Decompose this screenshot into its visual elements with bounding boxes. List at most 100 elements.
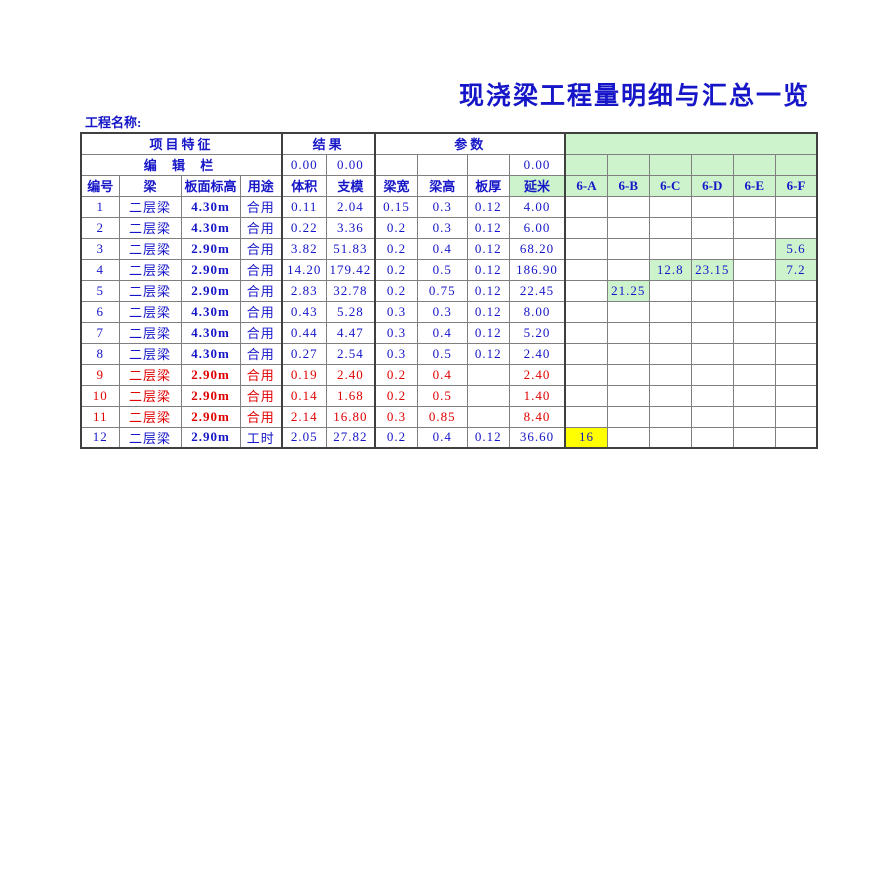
cell-elevation[interactable]: 4.30m	[180, 195, 241, 218]
cell-beam-height[interactable]: 0.75	[416, 279, 468, 302]
cell-slab-thickness[interactable]: 0.12	[466, 216, 510, 239]
cell-grid-d[interactable]	[690, 300, 734, 323]
cell-beam-width[interactable]: 0.3	[374, 300, 418, 323]
cell-beam-width[interactable]: 0.2	[374, 363, 418, 386]
cell-grid-f[interactable]	[774, 363, 819, 386]
cell-grid-b[interactable]: 21.25	[606, 279, 650, 302]
cell-elevation[interactable]: 2.90m	[180, 405, 241, 428]
cell-grid-b[interactable]	[606, 237, 650, 260]
cell-grid-c[interactable]	[648, 216, 692, 239]
cell-beam-width[interactable]: 0.2	[374, 237, 418, 260]
cell-grid-d[interactable]	[690, 195, 734, 218]
cell-grid-b[interactable]	[606, 195, 650, 218]
edit-row-slab-thickness[interactable]	[466, 153, 510, 176]
cell-volume[interactable]: 2.83	[281, 279, 327, 302]
cell-usage[interactable]: 合用	[239, 258, 283, 281]
cell-slab-thickness[interactable]: 0.12	[466, 279, 510, 302]
cell-grid-e[interactable]	[732, 195, 776, 218]
cell-beam[interactable]: 二层梁	[118, 216, 182, 239]
cell-grid-d[interactable]	[690, 321, 734, 344]
cell-beam-height[interactable]: 0.4	[416, 363, 468, 386]
cell-grid-f[interactable]	[774, 279, 819, 302]
cell-grid-d[interactable]: 23.15	[690, 258, 734, 281]
cell-elevation[interactable]: 2.90m	[180, 258, 241, 281]
cell-grid-b[interactable]	[606, 342, 650, 365]
cell-length[interactable]: 36.60	[508, 426, 566, 449]
cell-beam-height[interactable]: 0.3	[416, 195, 468, 218]
cell-grid-b[interactable]	[606, 258, 650, 281]
cell-slab-thickness[interactable]: 0.12	[466, 342, 510, 365]
cell-row-number[interactable]: 8	[80, 342, 120, 365]
cell-usage[interactable]: 合用	[239, 237, 283, 260]
cell-formwork[interactable]: 16.80	[325, 405, 376, 428]
cell-grid-a[interactable]	[564, 300, 608, 323]
cell-grid-b[interactable]	[606, 363, 650, 386]
cell-beam[interactable]: 二层梁	[118, 384, 182, 407]
cell-beam[interactable]: 二层梁	[118, 300, 182, 323]
cell-grid-a[interactable]: 16	[564, 426, 608, 449]
cell-grid-f[interactable]	[774, 195, 819, 218]
cell-grid-c[interactable]	[648, 237, 692, 260]
edit-row-grid-a[interactable]	[564, 153, 608, 176]
cell-beam[interactable]: 二层梁	[118, 426, 182, 449]
cell-beam[interactable]: 二层梁	[118, 363, 182, 386]
cell-beam-width[interactable]: 0.3	[374, 342, 418, 365]
cell-usage[interactable]: 合用	[239, 384, 283, 407]
cell-grid-a[interactable]	[564, 258, 608, 281]
cell-formwork[interactable]: 2.54	[325, 342, 376, 365]
cell-grid-d[interactable]	[690, 363, 734, 386]
cell-grid-c[interactable]	[648, 363, 692, 386]
cell-grid-c[interactable]	[648, 384, 692, 407]
cell-beam-width[interactable]: 0.2	[374, 384, 418, 407]
cell-slab-thickness[interactable]	[466, 363, 510, 386]
cell-beam[interactable]: 二层梁	[118, 405, 182, 428]
cell-beam-height[interactable]: 0.5	[416, 384, 468, 407]
edit-row-beam-height[interactable]	[416, 153, 468, 176]
cell-grid-f[interactable]	[774, 384, 819, 407]
cell-elevation[interactable]: 2.90m	[180, 237, 241, 260]
cell-beam-height[interactable]: 0.4	[416, 426, 468, 449]
cell-grid-f[interactable]	[774, 342, 819, 365]
cell-volume[interactable]: 14.20	[281, 258, 327, 281]
cell-grid-b[interactable]	[606, 384, 650, 407]
cell-grid-c[interactable]	[648, 405, 692, 428]
cell-row-number[interactable]: 2	[80, 216, 120, 239]
cell-volume[interactable]: 3.82	[281, 237, 327, 260]
cell-volume[interactable]: 0.44	[281, 321, 327, 344]
cell-grid-e[interactable]	[732, 321, 776, 344]
cell-length[interactable]: 6.00	[508, 216, 566, 239]
cell-beam-width[interactable]: 0.2	[374, 279, 418, 302]
edit-row-grid-f[interactable]	[774, 153, 819, 176]
cell-grid-e[interactable]	[732, 237, 776, 260]
cell-grid-a[interactable]	[564, 342, 608, 365]
cell-beam-height[interactable]: 0.85	[416, 405, 468, 428]
cell-beam-width[interactable]: 0.3	[374, 321, 418, 344]
edit-row-grid-c[interactable]	[648, 153, 692, 176]
cell-beam-width[interactable]: 0.3	[374, 405, 418, 428]
cell-beam[interactable]: 二层梁	[118, 321, 182, 344]
cell-elevation[interactable]: 2.90m	[180, 279, 241, 302]
cell-formwork[interactable]: 32.78	[325, 279, 376, 302]
cell-slab-thickness[interactable]	[466, 405, 510, 428]
cell-beam-height[interactable]: 0.4	[416, 321, 468, 344]
cell-usage[interactable]: 合用	[239, 216, 283, 239]
cell-formwork[interactable]: 4.47	[325, 321, 376, 344]
cell-row-number[interactable]: 9	[80, 363, 120, 386]
cell-grid-e[interactable]	[732, 363, 776, 386]
cell-length[interactable]: 22.45	[508, 279, 566, 302]
cell-row-number[interactable]: 4	[80, 258, 120, 281]
cell-formwork[interactable]: 51.83	[325, 237, 376, 260]
cell-grid-e[interactable]	[732, 216, 776, 239]
cell-length[interactable]: 68.20	[508, 237, 566, 260]
cell-grid-c[interactable]	[648, 426, 692, 449]
cell-volume[interactable]: 0.22	[281, 216, 327, 239]
cell-usage[interactable]: 合用	[239, 342, 283, 365]
cell-elevation[interactable]: 4.30m	[180, 342, 241, 365]
cell-slab-thickness[interactable]	[466, 384, 510, 407]
cell-grid-d[interactable]	[690, 426, 734, 449]
cell-grid-d[interactable]	[690, 384, 734, 407]
cell-row-number[interactable]: 3	[80, 237, 120, 260]
cell-grid-d[interactable]	[690, 342, 734, 365]
cell-grid-d[interactable]	[690, 237, 734, 260]
cell-formwork[interactable]: 1.68	[325, 384, 376, 407]
